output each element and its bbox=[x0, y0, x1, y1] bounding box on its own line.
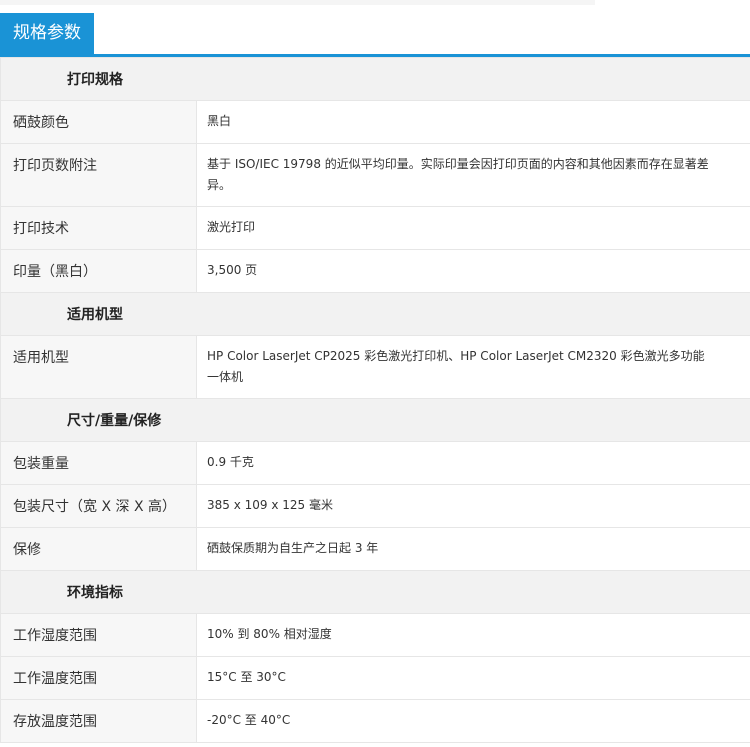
table-row: 打印技术 激光打印 bbox=[0, 206, 750, 250]
row-label: 硒鼓颜色 bbox=[0, 100, 197, 144]
table-row: 打印页数附注 基于 ISO/IEC 19798 的近似平均印量。实际印量会因打印… bbox=[0, 143, 750, 207]
row-value: 硒鼓保质期为自生产之日起 3 年 bbox=[196, 527, 750, 571]
row-label: 打印页数附注 bbox=[0, 143, 197, 207]
row-value: 10% 到 80% 相对湿度 bbox=[196, 613, 750, 657]
section-header-print-spec: 打印规格 bbox=[0, 57, 750, 101]
row-label: 保修 bbox=[0, 527, 197, 571]
row-value: 黑白 bbox=[196, 100, 750, 144]
row-value: -20°C 至 40°C bbox=[196, 699, 750, 743]
row-label: 存放温度范围 bbox=[0, 699, 197, 743]
section-header-size-weight-warranty: 尺寸/重量/保修 bbox=[0, 398, 750, 442]
row-label: 包装重量 bbox=[0, 441, 197, 485]
section-title: 打印规格 bbox=[0, 57, 750, 101]
table-row: 印量（黑白） 3,500 页 bbox=[0, 249, 750, 293]
row-label: 适用机型 bbox=[0, 335, 197, 399]
table-row: 工作湿度范围 10% 到 80% 相对湿度 bbox=[0, 613, 750, 657]
row-value: 基于 ISO/IEC 19798 的近似平均印量。实际印量会因打印页面的内容和其… bbox=[196, 143, 750, 207]
table-row: 硒鼓颜色 黑白 bbox=[0, 100, 750, 144]
row-value: 激光打印 bbox=[196, 206, 750, 250]
row-value: 385 x 109 x 125 毫米 bbox=[196, 484, 750, 528]
table-row: 工作温度范围 15°C 至 30°C bbox=[0, 656, 750, 700]
spec-header-bar: 规格参数 bbox=[0, 13, 750, 57]
row-value: 0.9 千克 bbox=[196, 441, 750, 485]
row-value: 3,500 页 bbox=[196, 249, 750, 293]
table-row: 保修 硒鼓保质期为自生产之日起 3 年 bbox=[0, 527, 750, 571]
section-title: 适用机型 bbox=[0, 292, 750, 336]
section-title: 环境指标 bbox=[0, 570, 750, 614]
row-label: 工作温度范围 bbox=[0, 656, 197, 700]
section-header-compatible-models: 适用机型 bbox=[0, 292, 750, 336]
table-row: 存放温度范围 -20°C 至 40°C bbox=[0, 699, 750, 743]
row-label: 包装尺寸（宽 X 深 X 高） bbox=[0, 484, 197, 528]
table-row: 适用机型 HP Color LaserJet CP2025 彩色激光打印机、HP… bbox=[0, 335, 750, 399]
spec-title-tab: 规格参数 bbox=[0, 13, 94, 54]
row-label: 打印技术 bbox=[0, 206, 197, 250]
table-row: 包装尺寸（宽 X 深 X 高） 385 x 109 x 125 毫米 bbox=[0, 484, 750, 528]
row-value: 15°C 至 30°C bbox=[196, 656, 750, 700]
row-label: 印量（黑白） bbox=[0, 249, 197, 293]
section-title: 尺寸/重量/保修 bbox=[0, 398, 750, 442]
table-row: 包装重量 0.9 千克 bbox=[0, 441, 750, 485]
spec-table: 打印规格 硒鼓颜色 黑白 打印页数附注 基于 ISO/IEC 19798 的近似… bbox=[0, 57, 750, 743]
row-value: HP Color LaserJet CP2025 彩色激光打印机、HP Colo… bbox=[196, 335, 750, 399]
row-label: 工作湿度范围 bbox=[0, 613, 197, 657]
top-divider bbox=[0, 0, 595, 5]
section-header-environment: 环境指标 bbox=[0, 570, 750, 614]
